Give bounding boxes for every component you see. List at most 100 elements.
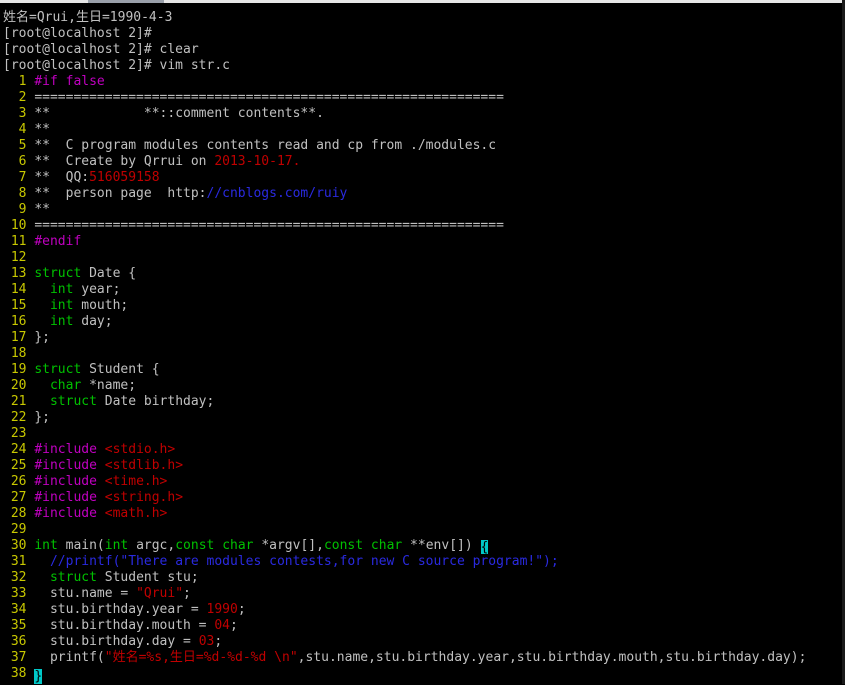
code-line: 9 ** — [3, 202, 839, 218]
code-token: printf( — [34, 650, 105, 665]
code-line: 25 #include <stdlib.h> — [3, 458, 839, 474]
code-line: 34 stu.birthday.year = 1990; — [3, 602, 839, 618]
code-token: Date birthday; — [96, 394, 215, 409]
code-line: 27 #include <string.h> — [3, 490, 839, 506]
terminal-screen[interactable]: 姓名=Qrui,生日=1990-4-3 [root@localhost 2]# … — [3, 10, 839, 684]
code-token: ** C program modules contents read and c… — [34, 138, 497, 153]
line-number: 30 — [3, 538, 35, 553]
code-line: 20 char *name; — [3, 378, 839, 394]
line-number: 24 — [3, 442, 35, 457]
code-token: <math.h> — [104, 506, 168, 521]
code-token: char — [370, 538, 403, 553]
text-cursor: } — [34, 669, 43, 684]
code-token: ========================================… — [34, 218, 504, 233]
code-token: **env[]) — [402, 538, 481, 553]
code-line: 28 #include <math.h> — [3, 506, 839, 522]
code-token: <stdio.h> — [104, 442, 176, 457]
line-number: 2 — [3, 90, 35, 105]
line-number: 19 — [3, 362, 35, 377]
code-token: ; — [229, 618, 238, 633]
code-token: #include — [34, 474, 97, 489]
code-token: ; — [214, 634, 223, 649]
line-number: 28 — [3, 506, 35, 521]
shell-line: [root@localhost 2]# vim str.c — [3, 58, 230, 73]
code-token: year; — [73, 282, 121, 297]
code-token: day; — [73, 314, 113, 329]
code-token: argc, — [128, 538, 176, 553]
code-line: 5 ** C program modules contents read and… — [3, 138, 839, 154]
code-token: 04 — [214, 618, 230, 633]
code-token: 2013-10-17. — [214, 154, 301, 169]
line-number: 31 — [3, 554, 35, 569]
code-line: 15 int mouth; — [3, 298, 839, 314]
code-token: stu.birthday.mouth = — [34, 618, 215, 633]
code-token: #include — [34, 506, 97, 521]
code-line: 21 struct Date birthday; — [3, 394, 839, 410]
code-line: 18 — [3, 346, 839, 362]
line-number: 3 — [3, 106, 35, 121]
code-token: int — [104, 538, 129, 553]
code-line: 1 #if false — [3, 74, 839, 90]
shell-line: [root@localhost 2]# clear — [3, 42, 199, 57]
line-number: 35 — [3, 618, 35, 633]
line-number: 15 — [3, 298, 35, 313]
code-token: int — [49, 282, 74, 297]
code-line: 16 int day; — [3, 314, 839, 330]
code-token: ** — [34, 122, 50, 137]
code-line: 26 #include <time.h> — [3, 474, 839, 490]
line-number: 38 — [3, 666, 35, 681]
code-token: mouth; — [73, 298, 129, 313]
line-number: 5 — [3, 138, 35, 153]
code-token: int — [34, 538, 58, 553]
code-token: }; — [34, 410, 50, 425]
window-tab[interactable] — [88, 0, 164, 3]
code-line: 30 int main(int argc,const char *argv[],… — [3, 538, 839, 555]
code-line: 33 stu.name = "Qrui"; — [3, 586, 839, 602]
line-number: 23 — [3, 426, 35, 441]
code-token: //printf("There are modules contests,for… — [49, 554, 559, 569]
code-token: *name; — [81, 378, 137, 393]
line-number: 12 — [3, 250, 35, 265]
line-number: 29 — [3, 522, 35, 537]
code-token: ========================================… — [34, 90, 504, 105]
code-token: Student { — [81, 362, 160, 377]
line-number: 37 — [3, 650, 35, 665]
line-number: 22 — [3, 410, 35, 425]
code-token: const — [175, 538, 215, 553]
line-number: 33 — [3, 586, 35, 601]
code-token: int — [49, 298, 74, 313]
code-token: ** Create by Qrrui on — [34, 154, 215, 169]
code-line: 35 stu.birthday.mouth = 04; — [3, 618, 839, 634]
code-token: <string.h> — [104, 490, 184, 505]
code-token: 516059158 — [89, 170, 160, 185]
vim-buffer[interactable]: 1 #if false 2 ==========================… — [3, 74, 839, 684]
code-line: 13 struct Date { — [3, 266, 839, 282]
code-token: ** person page http: — [34, 186, 207, 201]
code-line: 11 #endif — [3, 234, 839, 250]
line-number: 25 — [3, 458, 35, 473]
shell-line: 姓名=Qrui,生日=1990-4-3 — [3, 10, 173, 25]
code-token: struct — [34, 362, 82, 377]
line-number: 20 — [3, 378, 35, 393]
line-number: 16 — [3, 314, 35, 329]
code-token: main( — [57, 538, 105, 553]
code-token: "Qrui" — [136, 586, 184, 601]
shell-line: [root@localhost 2]# — [3, 26, 152, 41]
code-token: "姓名=%s,生日=%d-%d-%d \n" — [104, 650, 298, 665]
code-token: int — [49, 314, 74, 329]
code-line: 24 #include <stdio.h> — [3, 442, 839, 458]
code-token: Date { — [81, 266, 137, 281]
line-number: 10 — [3, 218, 35, 233]
code-token: <stdlib.h> — [104, 458, 184, 473]
line-number: 21 — [3, 394, 35, 409]
code-line: 3 ** **::comment contents**. — [3, 106, 839, 122]
code-line: 22 }; — [3, 410, 839, 426]
code-token: ** **::comment contents**. — [34, 106, 324, 121]
line-number: 26 — [3, 474, 35, 489]
